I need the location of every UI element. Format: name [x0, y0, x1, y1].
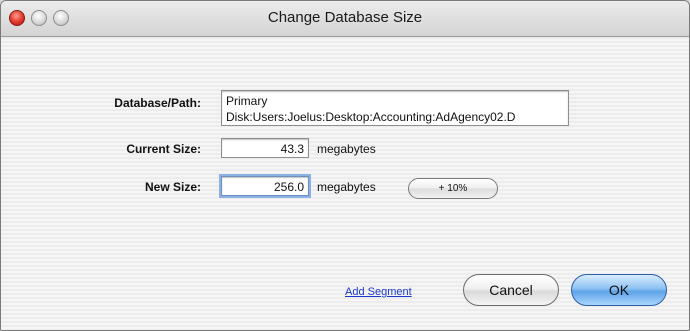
window-title: Change Database Size	[267, 9, 423, 26]
add-segment-link[interactable]: Add Segment	[345, 286, 412, 298]
dialog-window: Change Database Size Database/Path: Prim…	[0, 0, 690, 331]
path-label: Database/Path:	[114, 96, 201, 110]
database-path-field[interactable]: Primary Disk:Users:Joelus:Desktop:Accoun…	[221, 90, 569, 126]
path-value-line1: Primary	[226, 94, 268, 108]
cancel-button[interactable]: Cancel	[463, 274, 559, 306]
path-value-line2: Disk:Users:Joelus:Desktop:Accounting:AdA…	[226, 110, 516, 124]
increase-10-percent-button[interactable]: + 10%	[408, 178, 498, 199]
current-size-field: 43.3	[221, 138, 309, 158]
new-size-label: New Size:	[144, 180, 201, 194]
ok-button[interactable]: OK	[571, 274, 667, 306]
title-bar: Change Database Size	[1, 1, 689, 37]
new-size-unit: megabytes	[317, 180, 376, 194]
new-size-input[interactable]: 256.0	[221, 176, 309, 196]
current-size-unit: megabytes	[317, 142, 376, 156]
current-size-label: Current Size:	[126, 142, 201, 156]
